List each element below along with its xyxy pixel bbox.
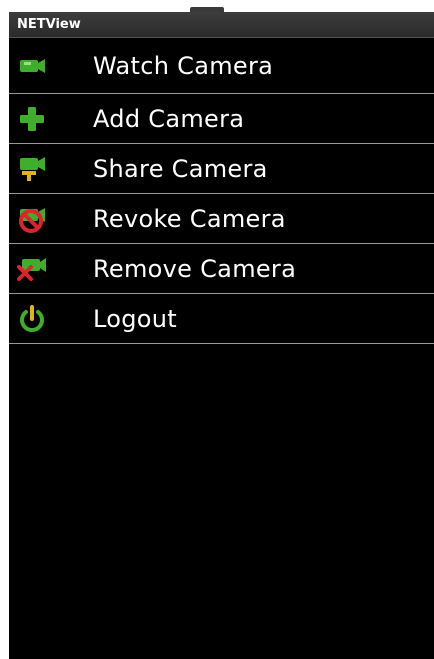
share-camera-icon (17, 154, 47, 184)
menu-item-label: Add Camera (93, 104, 245, 133)
remove-camera-icon (17, 254, 47, 284)
menu-item-add-camera[interactable]: Add Camera (9, 94, 434, 144)
menu-item-watch-camera[interactable]: Watch Camera (9, 38, 434, 94)
menu-item-label: Watch Camera (93, 51, 274, 80)
plus-icon (17, 104, 47, 134)
menu-item-logout[interactable]: Logout (9, 294, 434, 344)
main-menu: Watch Camera Add Camera Share Camera Rev… (9, 38, 434, 344)
menu-item-share-camera[interactable]: Share Camera (9, 144, 434, 194)
camera-icon (17, 51, 47, 81)
power-icon (17, 304, 47, 334)
menu-item-remove-camera[interactable]: Remove Camera (9, 244, 434, 294)
menu-item-label: Logout (93, 304, 177, 333)
menu-item-revoke-camera[interactable]: Revoke Camera (9, 194, 434, 244)
menu-item-label: Revoke Camera (93, 204, 286, 233)
app-screen: NETView Watch Camera Add Camera Share Ca… (9, 12, 434, 659)
app-title-bar: NETView (9, 12, 434, 38)
app-title: NETView (17, 17, 81, 32)
menu-item-label: Remove Camera (93, 254, 297, 283)
menu-item-label: Share Camera (93, 154, 268, 183)
revoke-camera-icon (17, 204, 47, 234)
